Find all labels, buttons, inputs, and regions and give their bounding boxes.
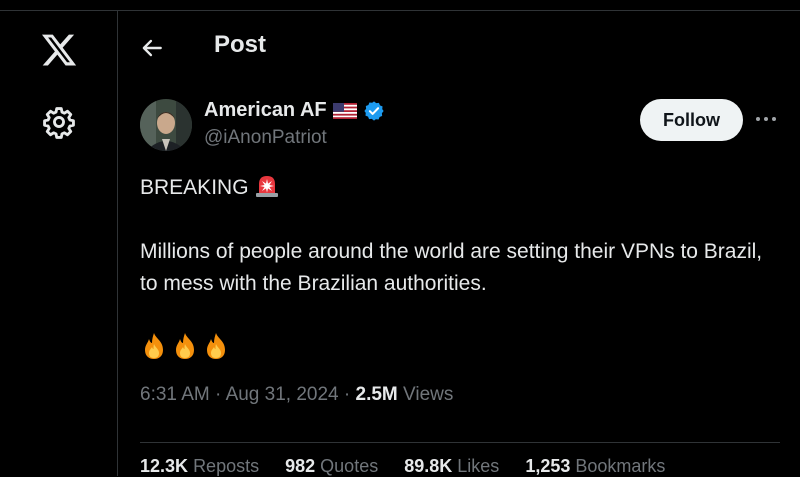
post-time[interactable]: 6:31 AM [140, 384, 210, 405]
reposts-count: 12.3K [140, 456, 189, 476]
author-name[interactable]: American AF [204, 99, 327, 122]
post-text-line: BREAKING [140, 171, 780, 204]
post-text-body: Millions of people around the world are … [140, 240, 763, 295]
post-detail: Post American AF @iAnonPatriot Follow BR… [119, 11, 800, 476]
likes-stat[interactable]: 89.8K Likes [404, 456, 499, 477]
arrow-left-icon[interactable] [139, 35, 165, 61]
top-border [0, 0, 800, 11]
post-date[interactable]: Aug 31, 2024 [226, 384, 339, 405]
fire-icon [145, 333, 163, 359]
verified-badge-icon[interactable] [363, 100, 385, 122]
page-title: Post [214, 31, 267, 58]
author-handle[interactable]: @iAnonPatriot [204, 127, 327, 149]
emoji-row [140, 331, 230, 361]
views-count: 2.5M [355, 384, 398, 405]
likes-label: Likes [457, 456, 500, 476]
bookmarks-label: Bookmarks [575, 456, 666, 476]
fire-icon [176, 333, 194, 359]
meta-separator: · [343, 384, 351, 405]
divider [140, 442, 780, 443]
x-logo-icon[interactable] [40, 31, 78, 69]
bookmarks-count: 1,253 [525, 456, 571, 476]
post-stats: 12.3K Reposts 982 Quotes 89.8K Likes 1,2… [140, 456, 665, 477]
likes-count: 89.8K [404, 456, 453, 476]
gear-icon[interactable] [42, 105, 76, 139]
quotes-count: 982 [285, 456, 316, 476]
quotes-label: Quotes [320, 456, 379, 476]
police-light-icon [255, 176, 278, 197]
reposts-stat[interactable]: 12.3K Reposts [140, 456, 259, 477]
views-label: Views [403, 384, 454, 405]
author-name-row: American AF [204, 99, 385, 122]
left-sidebar [0, 11, 118, 476]
avatar[interactable] [140, 99, 192, 151]
breaking-text: BREAKING [140, 176, 249, 199]
more-horizontal-icon[interactable] [755, 111, 777, 127]
fire-icon [207, 333, 225, 359]
meta-separator: · [215, 384, 222, 405]
quotes-stat[interactable]: 982 Quotes [285, 456, 378, 477]
post-meta: 6:31 AM · Aug 31, 2024 · 2.5M Views [140, 384, 453, 406]
bookmarks-stat[interactable]: 1,253 Bookmarks [525, 456, 665, 477]
post-text: BREAKING Millions of people around the w… [140, 171, 780, 300]
reposts-label: Reposts [193, 456, 260, 476]
follow-button[interactable]: Follow [640, 99, 743, 141]
us-flag-icon [332, 102, 357, 119]
